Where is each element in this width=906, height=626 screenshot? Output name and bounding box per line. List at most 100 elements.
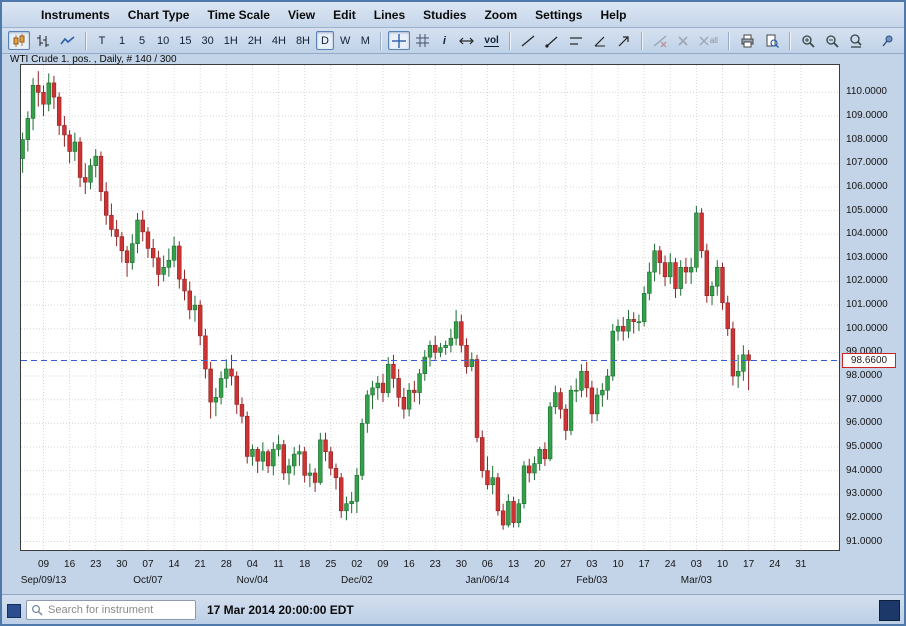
time-axis-label: 11 (266, 559, 292, 570)
menu-edit[interactable]: Edit (324, 5, 365, 25)
timeframe-8h-button[interactable]: 8H (292, 31, 314, 50)
price-axis-label: 102.0000 (846, 275, 888, 286)
time-axis-label: 09 (31, 559, 57, 570)
delete-line-button[interactable] (649, 31, 671, 50)
price-axis-label: 92.0000 (846, 512, 882, 523)
search-input[interactable] (46, 603, 195, 617)
print-preview-button[interactable] (761, 31, 783, 50)
info-button[interactable]: i (435, 31, 453, 50)
toolbar-separator (85, 32, 87, 50)
timeframe-30-button[interactable]: 30 (198, 31, 218, 50)
timeframe-w-button[interactable]: W (336, 31, 354, 50)
pin-toolbar-button[interactable] (877, 31, 898, 50)
horizontal-line-tool-button[interactable] (565, 31, 587, 50)
line-style-button[interactable] (56, 31, 79, 50)
menu-view[interactable]: View (279, 5, 324, 25)
time-axis-label: 23 (422, 559, 448, 570)
time-axis-month-label: Sep/09/13 (10, 575, 78, 586)
timeframe-1h-button[interactable]: 1H (220, 31, 242, 50)
ray-tool-button[interactable] (541, 31, 563, 50)
timeframe-m-button[interactable]: M (356, 31, 374, 50)
close-x-icon (677, 35, 689, 47)
time-axis-label: 20 (527, 559, 553, 570)
tick-timeframe-button[interactable]: T (93, 31, 111, 50)
toolbar-separator (380, 32, 382, 50)
zoom-out-button[interactable] (821, 31, 843, 50)
menu-time-scale[interactable]: Time Scale (198, 5, 278, 25)
menu-zoom[interactable]: Zoom (475, 5, 526, 25)
candlestick-style-button[interactable] (8, 31, 30, 50)
grid-toggle-button[interactable] (412, 31, 433, 50)
delete-line-icon (653, 34, 667, 48)
price-axis-label: 106.0000 (846, 181, 888, 192)
zoom-in-icon (801, 34, 815, 48)
time-axis-label: 07 (135, 559, 161, 570)
angle-line-tool-button[interactable] (589, 31, 611, 50)
price-axis-label: 98.0000 (846, 370, 882, 381)
ohlc-bar-style-button[interactable] (32, 31, 54, 50)
timeframe-2h-button[interactable]: 2H (244, 31, 266, 50)
timeframe-15-button[interactable]: 15 (175, 31, 195, 50)
statusbar-right-badge (879, 600, 900, 621)
line-style-icon (60, 35, 75, 47)
time-axis-label: 17 (631, 559, 657, 570)
time-axis-label: 17 (736, 559, 762, 570)
delete-all-button[interactable]: all (695, 31, 722, 50)
price-axis-label: 109.0000 (846, 110, 888, 121)
time-axis-label: 10 (605, 559, 631, 570)
timeframe-5-button[interactable]: 5 (133, 31, 151, 50)
time-axis-label: 25 (318, 559, 344, 570)
delete-selected-button[interactable] (673, 31, 693, 50)
volume-toggle-button[interactable]: vol (480, 31, 502, 50)
trendline-tool-button[interactable] (517, 31, 539, 50)
print-icon (740, 34, 755, 48)
price-axis-label: 103.0000 (846, 252, 888, 263)
timeframe-10-button[interactable]: 10 (153, 31, 173, 50)
time-axis-label: 16 (57, 559, 83, 570)
time-axis-label: 10 (709, 559, 735, 570)
candlestick-chart[interactable] (20, 64, 840, 551)
price-axis-label: 104.0000 (846, 228, 888, 239)
menu-studies[interactable]: Studies (414, 5, 475, 25)
menu-instruments[interactable]: Instruments (32, 5, 119, 25)
timeframe-1-button[interactable]: 1 (113, 31, 131, 50)
zoom-in-button[interactable] (797, 31, 819, 50)
zoom-reset-icon (849, 34, 863, 48)
time-axis-label: 04 (239, 559, 265, 570)
print-button[interactable] (736, 31, 759, 50)
pin-icon (881, 34, 894, 47)
zoom-reset-button[interactable] (845, 31, 867, 50)
menu-bar: InstrumentsChart TypeTime ScaleViewEditL… (2, 2, 904, 28)
trendline-icon (521, 34, 535, 48)
price-axis-label: 96.0000 (846, 417, 882, 428)
price-axis-label: 100.0000 (846, 323, 888, 334)
timeframe-d-button[interactable]: D (316, 31, 334, 50)
app-window: InstrumentsChart TypeTime ScaleViewEditL… (0, 0, 906, 626)
ohlc-style-icon (36, 34, 50, 48)
time-axis-month-label: Feb/03 (558, 575, 626, 586)
menu-help[interactable]: Help (591, 5, 635, 25)
delete-all-label: all (710, 36, 718, 45)
time-axis-label: 21 (187, 559, 213, 570)
toolbar-separator (509, 32, 511, 50)
toolbar: T 151015301H2H4H8HDWM i vol (2, 28, 904, 54)
arrow-tool-button[interactable] (613, 31, 635, 50)
menu-lines[interactable]: Lines (365, 5, 414, 25)
toolbar-separator (641, 32, 643, 50)
timeframe-4h-button[interactable]: 4H (268, 31, 290, 50)
time-axis-label: 09 (370, 559, 396, 570)
last-update-timestamp: 17 Mar 2014 20:00:00 EDT (207, 595, 354, 625)
crosshair-button[interactable] (388, 31, 410, 50)
status-bar: 17 Mar 2014 20:00:00 EDT (2, 594, 904, 624)
scroll-horizontal-button[interactable] (455, 31, 478, 50)
price-axis-label: 101.0000 (846, 299, 888, 310)
toolbar-separator (789, 32, 791, 50)
time-axis-label: 13 (501, 559, 527, 570)
price-axis-label: 97.0000 (846, 394, 882, 405)
instrument-search-box[interactable] (26, 600, 196, 620)
menu-chart-type[interactable]: Chart Type (119, 5, 199, 25)
angle-line-icon (593, 34, 607, 48)
time-axis-label: 06 (474, 559, 500, 570)
time-axis-month-label: Nov/04 (218, 575, 286, 586)
menu-settings[interactable]: Settings (526, 5, 591, 25)
